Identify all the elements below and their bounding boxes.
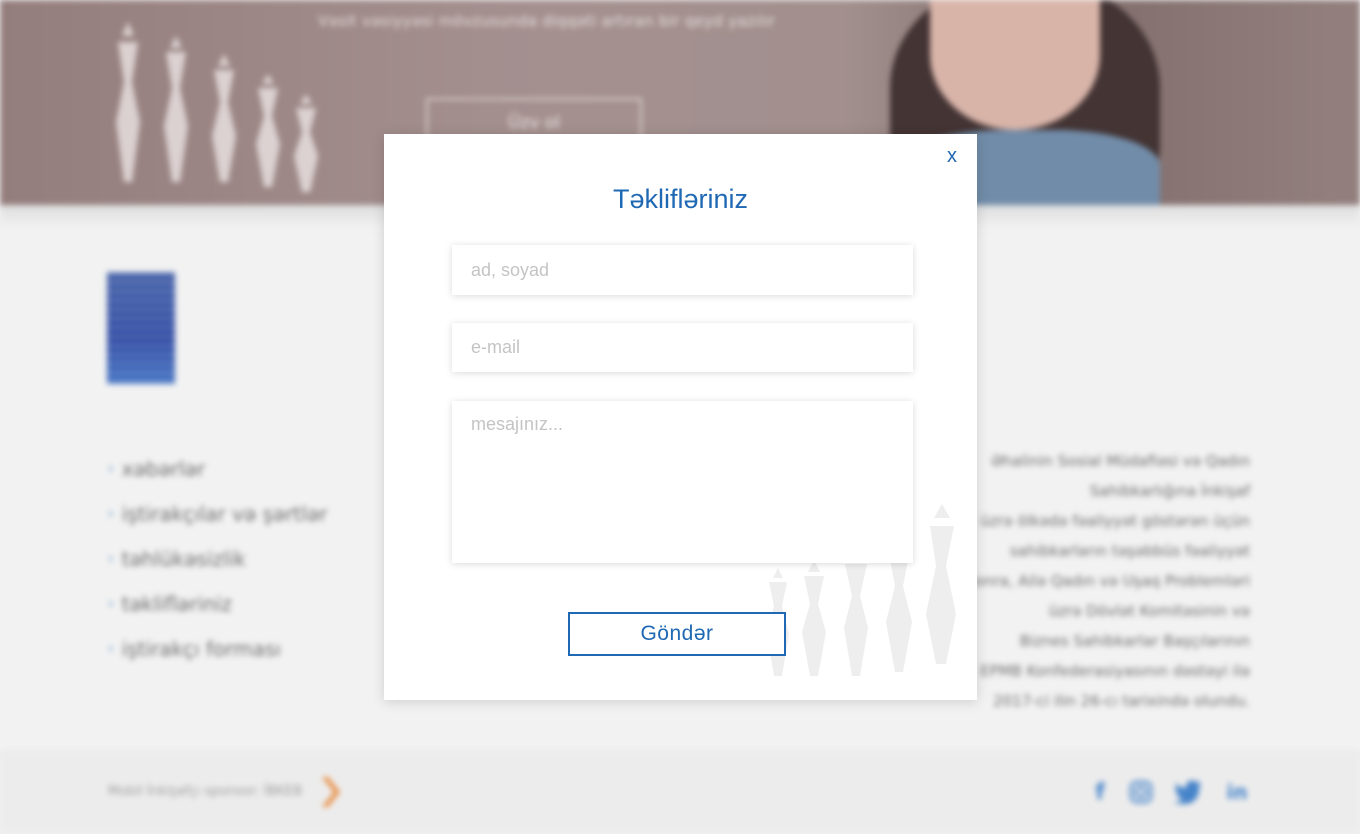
modal-title: Təklifləriniz (612, 184, 749, 214)
name-input[interactable] (452, 245, 913, 295)
close-button[interactable]: x (942, 144, 962, 168)
email-input[interactable] (452, 323, 913, 372)
send-button[interactable]: Göndər (568, 612, 786, 656)
message-textarea[interactable] (452, 401, 913, 563)
suggestions-modal: x Təklifləriniz Göndər (384, 134, 977, 700)
